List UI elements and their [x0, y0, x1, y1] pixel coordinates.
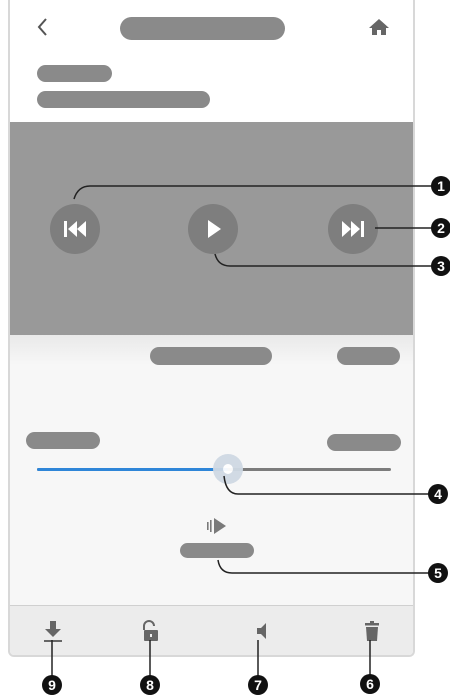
- video-area[interactable]: [10, 122, 413, 335]
- back-button[interactable]: [32, 14, 56, 40]
- home-icon: [369, 19, 389, 35]
- audio-mode-icon: [207, 518, 226, 534]
- previous-track-icon: [64, 221, 86, 237]
- play-button[interactable]: [188, 204, 238, 254]
- callout-2: 2: [431, 218, 450, 238]
- callout-7: 7: [248, 675, 268, 695]
- delete-button[interactable]: [355, 614, 389, 648]
- track-meta-placeholder: [337, 347, 400, 365]
- download-icon: [44, 621, 62, 642]
- next-track-button[interactable]: [328, 204, 378, 254]
- total-time-placeholder: [327, 434, 401, 451]
- play-icon: [208, 220, 221, 238]
- info-subtitle-placeholder: [37, 91, 210, 108]
- trash-icon: [365, 621, 379, 641]
- unlock-icon: [143, 620, 158, 641]
- callout-3: 3: [431, 256, 450, 276]
- callout-6: 6: [360, 674, 380, 694]
- info-title-placeholder: [37, 65, 112, 82]
- callout-8: 8: [140, 675, 160, 695]
- download-button[interactable]: [36, 614, 70, 648]
- audio-mode-label-placeholder: [180, 543, 254, 558]
- callout-4: 4: [428, 484, 448, 504]
- volume-icon: [257, 623, 266, 639]
- callout-9: 9: [42, 675, 62, 695]
- playback-panel: [10, 335, 413, 610]
- next-track-icon: [342, 221, 364, 237]
- audio-mode-button[interactable]: [206, 514, 230, 538]
- seek-slider[interactable]: [37, 454, 391, 484]
- home-button[interactable]: [366, 14, 392, 40]
- volume-button[interactable]: [244, 614, 278, 648]
- seek-progress-fill: [37, 468, 229, 471]
- track-info-placeholder: [150, 347, 272, 365]
- phone-screen: [8, 0, 415, 657]
- elapsed-time-placeholder: [26, 432, 100, 449]
- callout-5: 5: [428, 563, 448, 583]
- unlock-button[interactable]: [133, 614, 167, 648]
- seek-thumb[interactable]: [213, 454, 244, 484]
- callout-1: 1: [431, 176, 450, 196]
- bottom-toolbar: [10, 605, 413, 655]
- chevron-left-icon: [37, 18, 47, 36]
- title-placeholder: [120, 17, 285, 40]
- previous-track-button[interactable]: [50, 204, 100, 254]
